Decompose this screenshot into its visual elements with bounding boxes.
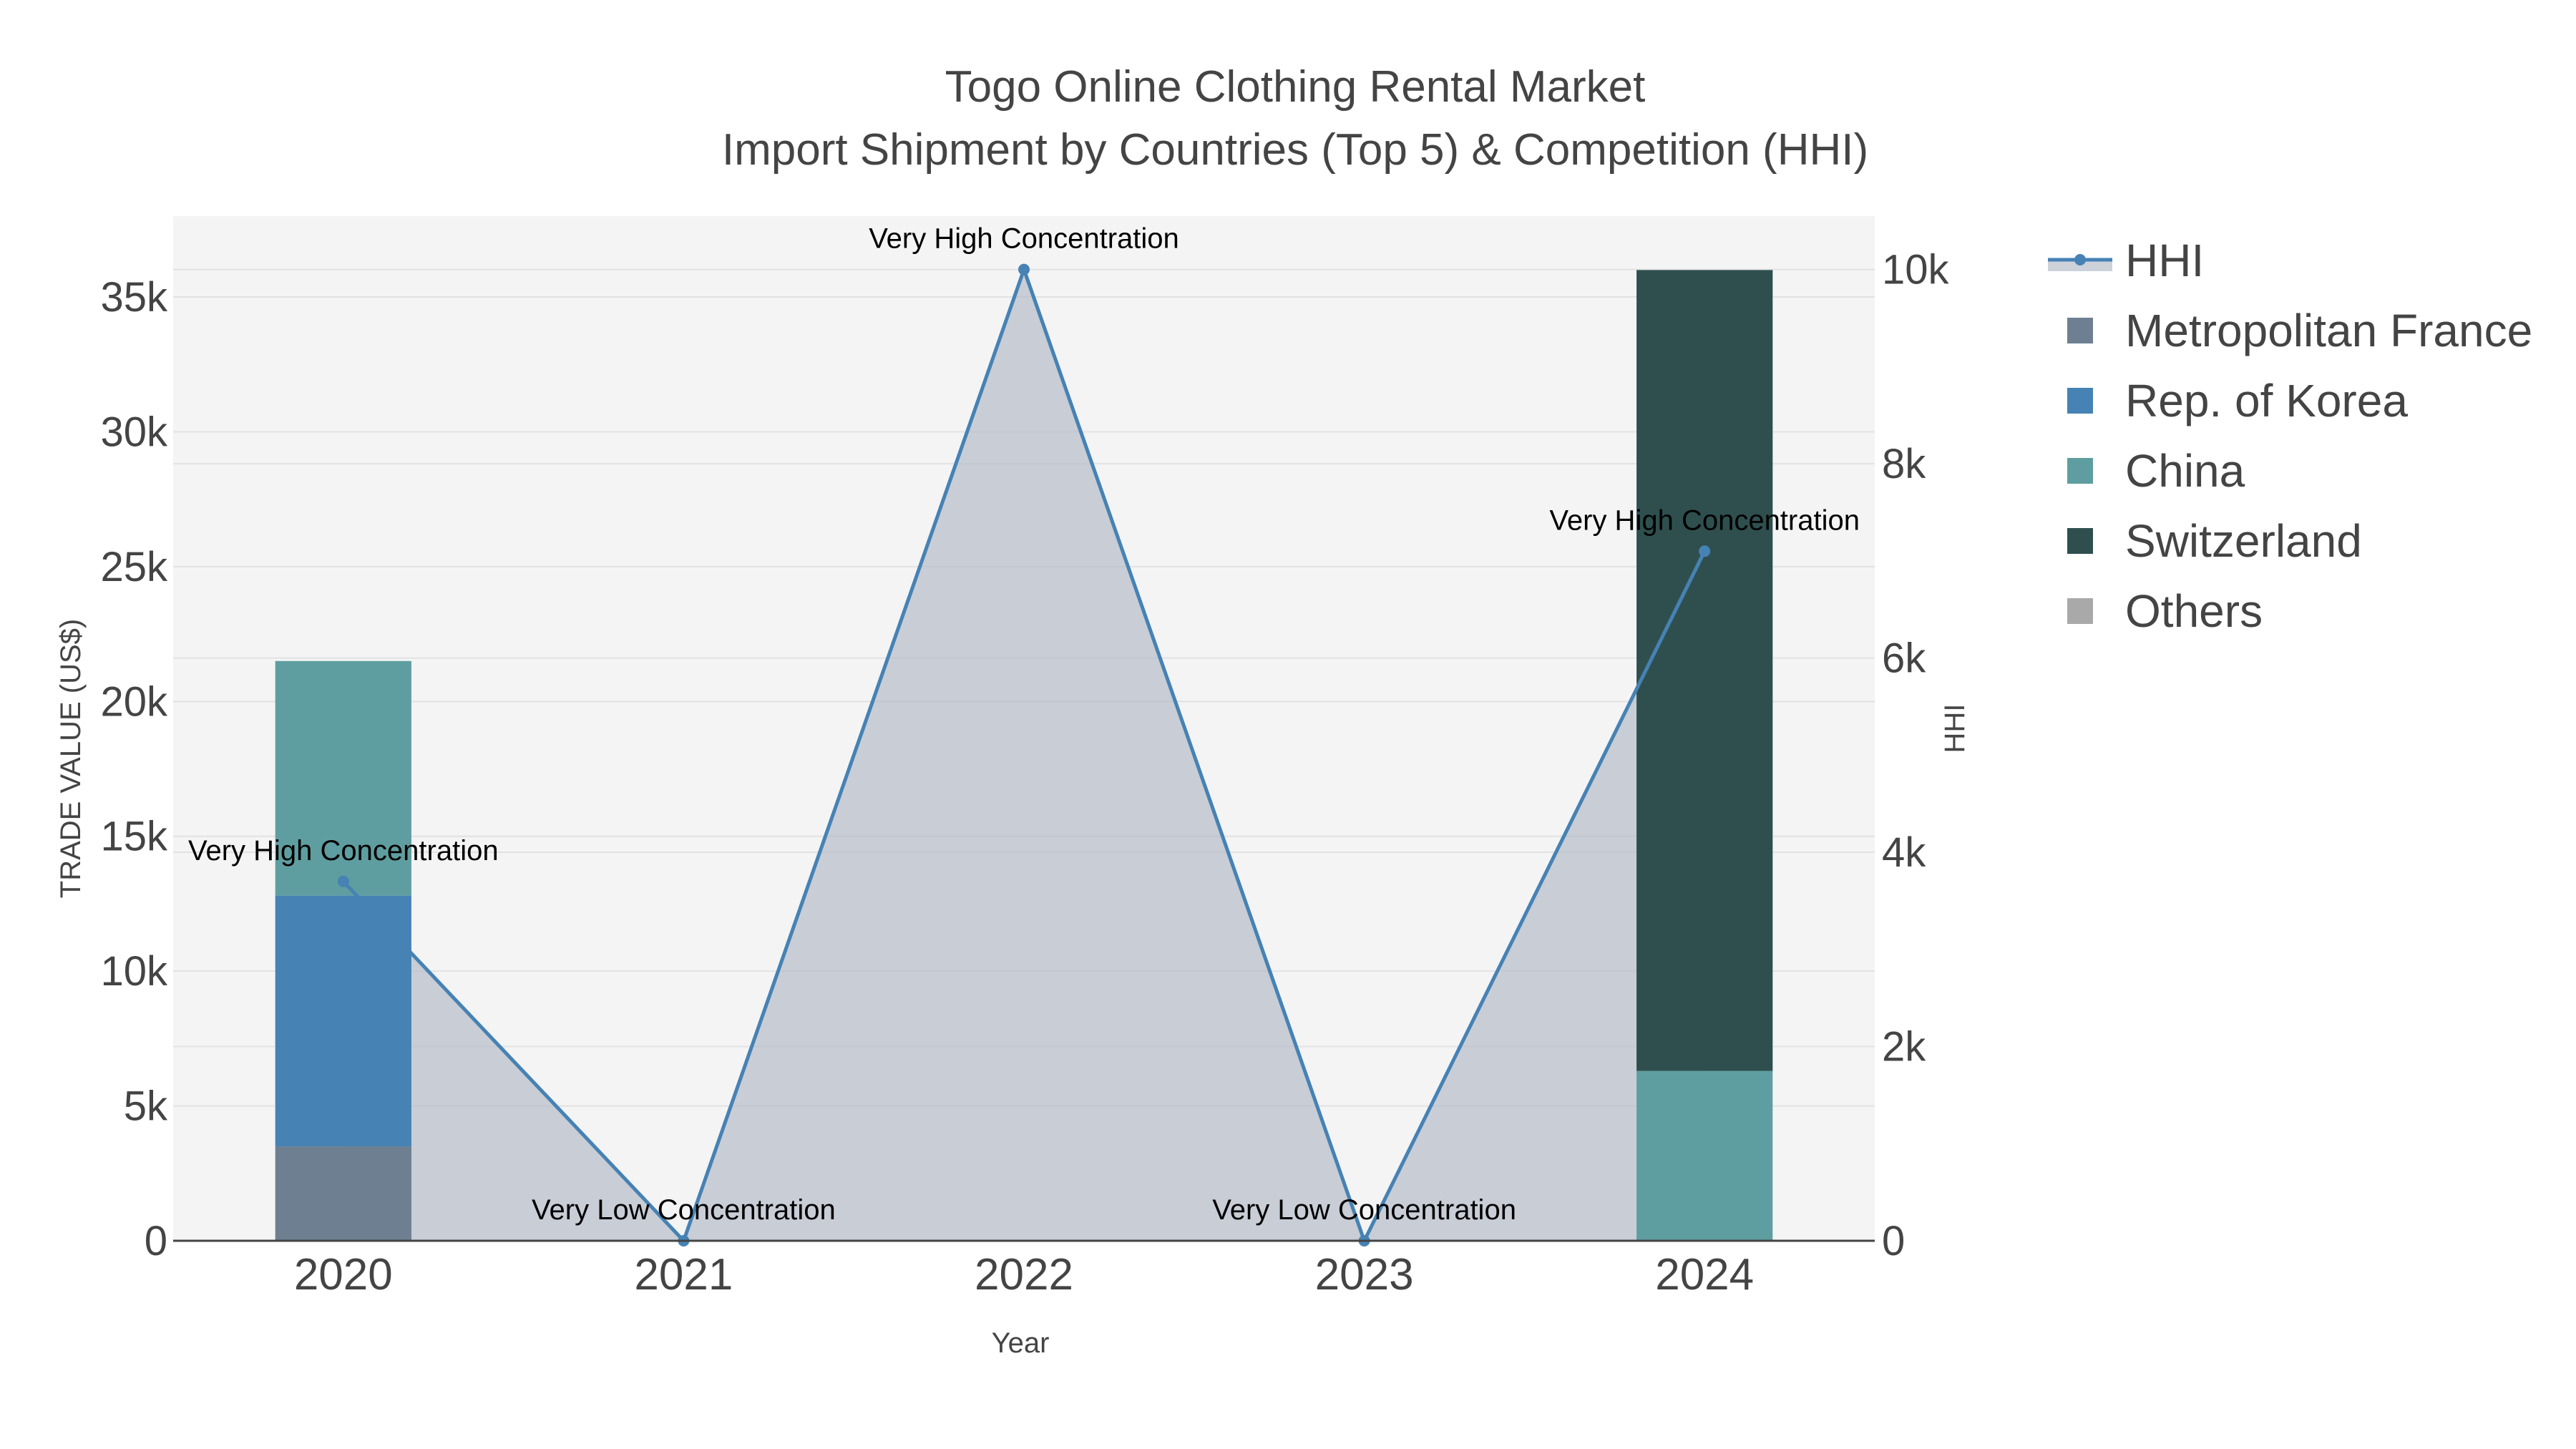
- x-tick-label-2022: 2022: [975, 1250, 1073, 1299]
- legend-swatch-china: [2067, 458, 2093, 484]
- legend-swatch-rep-of-korea: [2067, 388, 2093, 414]
- chart: Togo Online Clothing Rental Market Impor…: [55, 62, 2532, 1359]
- x-axis-title: Year: [992, 1327, 1050, 1359]
- hhi-annotation-2023: Very Low Concentration: [1212, 1194, 1516, 1226]
- y-tick-label: 5k: [124, 1083, 168, 1130]
- hhi-annotation-2022: Very High Concentration: [869, 223, 1179, 255]
- legend-label-switzerland: Switzerland: [2125, 515, 2362, 567]
- legend-swatch-metropolitan-france: [2067, 318, 2093, 343]
- x-tick-label-2020: 2020: [294, 1250, 393, 1299]
- y-tick-label: 15k: [100, 814, 168, 860]
- y-tick-label: 35k: [100, 274, 168, 321]
- y-tick-label: 30k: [100, 409, 168, 455]
- hhi-point-2024: [1699, 545, 1711, 557]
- y2-tick-label: 10k: [1882, 247, 1950, 293]
- y-tick-label: 20k: [100, 678, 168, 725]
- legend-label-hhi: HHI: [2125, 235, 2204, 286]
- y-axis-title: TRADE VALUE (US$): [55, 619, 87, 898]
- x-tick-label-2024: 2024: [1655, 1250, 1754, 1299]
- y-axis-ticks: 0 5k 10k 15k 20k 25k 30k 35k: [100, 274, 168, 1264]
- hhi-point-2022: [1018, 263, 1030, 275]
- y2-axis-title: HHI: [1939, 704, 1971, 753]
- x-tick-label-2021: 2021: [634, 1250, 733, 1299]
- legend-label-others: Others: [2125, 585, 2263, 637]
- chart-title: Togo Online Clothing Rental Market: [945, 62, 1646, 112]
- hhi-annotation-2020: Very High Concentration: [188, 835, 499, 867]
- y2-tick-label: 2k: [1882, 1024, 1926, 1070]
- hhi-annotation-2024: Very High Concentration: [1549, 504, 1860, 536]
- legend-label-metropolitan-france: Metropolitan France: [2125, 305, 2532, 356]
- hhi-point-2020: [337, 875, 349, 887]
- bar-2020-metropolitan-france: [275, 1146, 411, 1241]
- chart-subtitle: Import Shipment by Countries (Top 5) & C…: [722, 125, 1868, 175]
- y2-tick-label: 6k: [1882, 635, 1926, 682]
- legend-label-rep-of-korea: Rep. of Korea: [2125, 375, 2408, 426]
- y2-tick-label: 4k: [1882, 829, 1926, 876]
- x-axis-ticks: 2020 2021 2022 2023 2024: [294, 1250, 1754, 1299]
- y-tick-label: 25k: [100, 544, 168, 590]
- legend-swatch-hhi-marker: [2074, 254, 2086, 265]
- bar-2024-china: [1636, 1070, 1773, 1241]
- hhi-annotation-2021: Very Low Concentration: [532, 1194, 836, 1226]
- y-tick-label: 10k: [100, 948, 168, 995]
- x-tick-label-2023: 2023: [1315, 1250, 1414, 1299]
- y-tick-label: 0: [145, 1218, 167, 1264]
- legend-label-china: China: [2125, 445, 2245, 497]
- legend-swatch-others: [2067, 598, 2093, 624]
- bar-2024-switzerland: [1636, 270, 1773, 1071]
- legend: HHI Metropolitan France Rep. of Korea China…: [2048, 235, 2532, 637]
- legend-swatch-switzerland: [2067, 528, 2093, 554]
- y2-tick-label: 0: [1882, 1218, 1905, 1264]
- y2-tick-label: 8k: [1882, 441, 1926, 487]
- y2-axis-ticks: 0 2k 4k 6k 8k 10k: [1882, 247, 1950, 1264]
